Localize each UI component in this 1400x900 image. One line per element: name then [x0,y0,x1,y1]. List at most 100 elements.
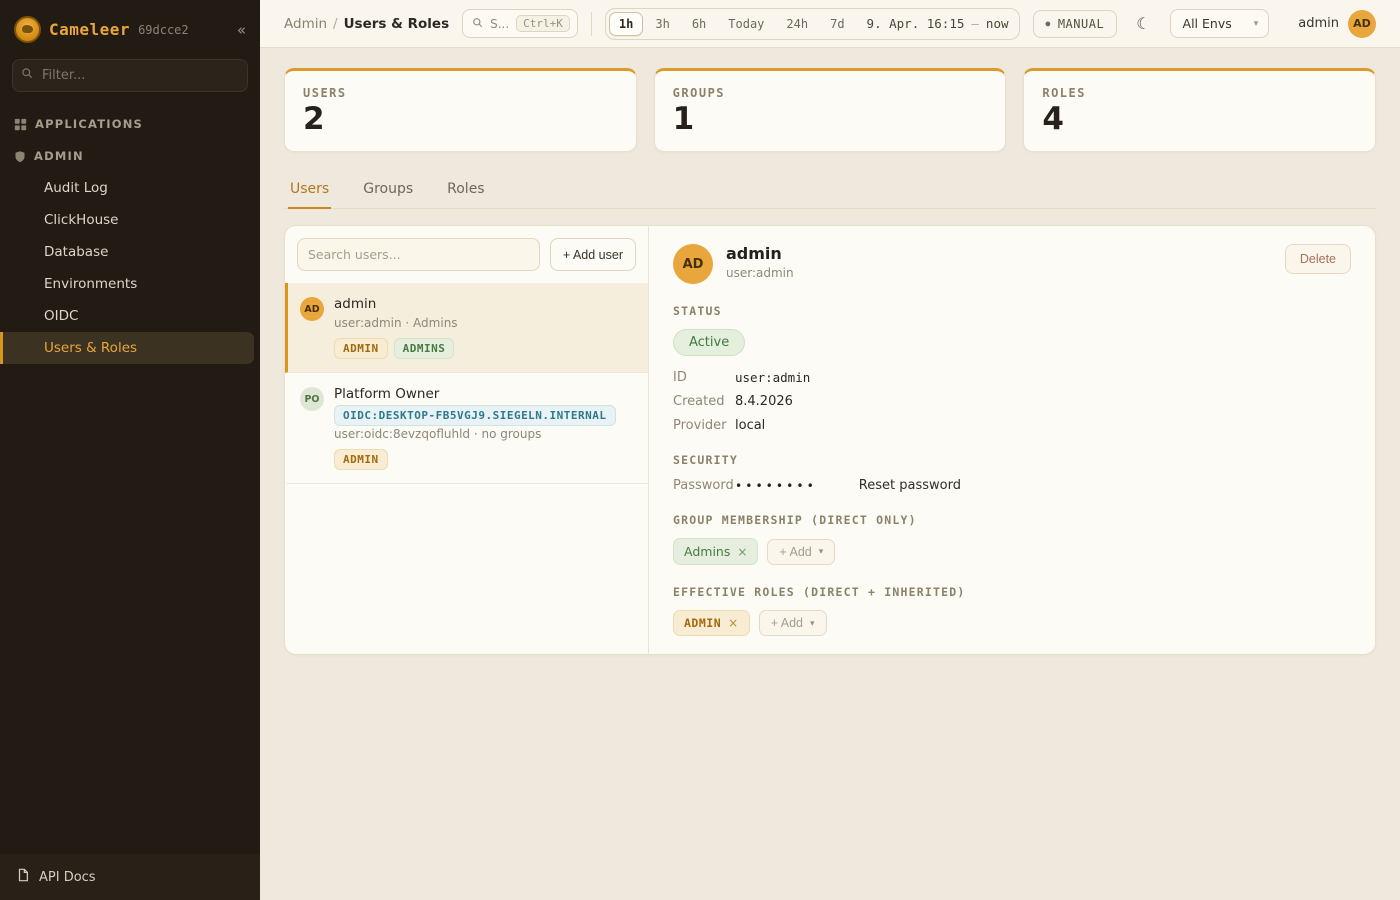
main-column: Admin / Users & Roles S... Ctrl+K 1h 3h … [260,0,1400,900]
sidebar-item-environments[interactable]: Environments [0,268,254,300]
admin-shield-icon [14,150,26,163]
field-key: Provider [673,418,735,433]
user-meta: user:oidc:8evzqofluhld · no groups [334,427,616,441]
field-key: Created [673,394,735,409]
topbar: Admin / Users & Roles S... Ctrl+K 1h 3h … [260,0,1400,48]
stat-label: ROLES [1042,86,1357,100]
role-chip-label: ADMIN [684,616,721,630]
user-name: Platform Owner [334,386,616,402]
sidebar-item-audit-log[interactable]: Audit Log [0,172,254,204]
dark-mode-toggle[interactable]: ☾ [1130,10,1156,38]
api-docs-label: API Docs [39,870,96,885]
field-created: Created 8.4.2026 [673,394,1351,409]
password-mask: •••••••• [735,479,817,493]
env-select[interactable]: All Envs ▾ [1170,9,1270,38]
section-label: APPLICATIONS [35,117,143,131]
reset-password-link[interactable]: Reset password [859,478,961,493]
refresh-mode-label: MANUAL [1058,17,1104,31]
sidebar-item-clickhouse[interactable]: ClickHouse [0,204,254,236]
sidebar-item-database[interactable]: Database [0,236,254,268]
sidebar-filter-input[interactable] [12,59,248,92]
username: admin [1298,16,1339,31]
group-chip-label: Admins [684,544,730,559]
status-badge: Active [673,329,745,356]
applications-grid-icon [14,118,27,131]
topbar-divider [591,12,592,36]
field-key: ID [673,370,735,385]
time-from: 9. Apr. 16:15 [867,16,965,31]
stat-label: USERS [303,86,618,100]
field-provider: Provider local [673,418,1351,433]
role-badge: ADMIN [334,338,388,359]
search-icon [472,17,483,31]
time-separator: — [971,16,979,31]
tab-users[interactable]: Users [288,172,331,209]
user-list-item-platform-owner[interactable]: PO Platform Owner OIDC:DESKTOP-FB5VGJ9.S… [285,373,648,484]
time-range-24h[interactable]: 24h [776,12,818,36]
time-to: now [986,16,1009,31]
time-range-7d[interactable]: 7d [820,12,854,36]
remove-icon[interactable]: × [737,545,747,559]
topbar-user: admin AD [1298,10,1376,38]
add-group-button[interactable]: + Add ▾ [767,539,835,565]
user-name: admin [334,296,458,312]
stat-label: GROUPS [673,86,988,100]
avatar: PO [300,387,324,411]
sidebar-section-applications[interactable]: APPLICATIONS [0,108,260,140]
password-row: Password •••••••• Reset password [673,478,1351,493]
group-chip-admins: Admins × [673,538,758,565]
user-search-input[interactable] [297,238,540,271]
user-meta: user:admin · Admins [334,316,458,330]
sidebar-item-users-roles[interactable]: Users & Roles [0,332,254,364]
field-value: local [735,418,765,433]
global-search[interactable]: S... Ctrl+K [462,9,578,38]
user-avatar[interactable]: AD [1348,10,1376,38]
refresh-mode-button[interactable]: ● MANUAL [1033,10,1118,38]
sidebar-header: Cameleer 69dcce2 « [0,0,260,57]
sidebar-section-admin[interactable]: ADMIN [0,140,260,172]
field-value: 8.4.2026 [735,394,793,409]
add-role-button[interactable]: + Add ▾ [759,610,827,636]
remove-icon[interactable]: × [728,616,739,630]
manual-dot-icon: ● [1046,19,1051,28]
breadcrumb-parent[interactable]: Admin [284,16,327,32]
time-range-6h[interactable]: 6h [682,12,716,36]
time-range-3h[interactable]: 3h [645,12,679,36]
time-range-today[interactable]: Today [718,12,774,36]
add-role-label: + Add [771,616,803,630]
env-select-value: All Envs [1183,16,1232,31]
stat-card-roles: ROLES 4 [1023,68,1376,152]
cameleer-logo-icon [14,16,41,43]
global-search-text: S... [490,17,509,31]
api-docs-link[interactable]: API Docs [0,854,260,900]
stat-cards: USERS 2 GROUPS 1 ROLES 4 [284,68,1376,152]
user-list-item-admin[interactable]: AD admin user:admin · Admins ADMIN ADMIN… [285,283,648,373]
group-badge: ADMINS [394,338,455,359]
users-panel: + Add user AD admin user:admin · Admins … [284,225,1376,655]
sidebar-collapse-icon[interactable]: « [237,21,246,39]
stat-card-groups: GROUPS 1 [654,68,1007,152]
sidebar-item-oidc[interactable]: OIDC [0,300,254,332]
field-value: user:admin [735,370,810,385]
group-membership-heading: GROUP MEMBERSHIP (DIRECT ONLY) [673,513,1351,527]
tab-roles[interactable]: Roles [445,172,486,209]
user-badges: ADMIN [334,449,616,470]
user-list: + Add user AD admin user:admin · Admins … [285,226,649,654]
add-user-button[interactable]: + Add user [550,238,636,271]
brand-name: Cameleer [49,20,130,39]
time-range-group: 1h 3h 6h Today 24h 7d 9. Apr. 16:15 — no… [605,8,1020,40]
time-range-1h[interactable]: 1h [609,12,643,36]
moon-icon: ☾ [1136,16,1150,33]
password-label: Password [673,478,735,493]
add-group-label: + Add [779,545,811,559]
field-id: ID user:admin [673,370,1351,385]
avatar: AD [673,244,713,284]
breadcrumb-current: Users & Roles [344,16,450,32]
stat-value: 4 [1042,104,1357,135]
user-detail-header: AD admin user:admin Delete [673,244,1351,284]
sidebar: Cameleer 69dcce2 « APPLICATIONS ADMIN Au… [0,0,260,900]
detail-user-id: user:admin [726,266,794,280]
delete-user-button[interactable]: Delete [1285,244,1351,274]
time-display[interactable]: 9. Apr. 16:15 — now [867,16,1009,31]
tab-groups[interactable]: Groups [361,172,415,209]
